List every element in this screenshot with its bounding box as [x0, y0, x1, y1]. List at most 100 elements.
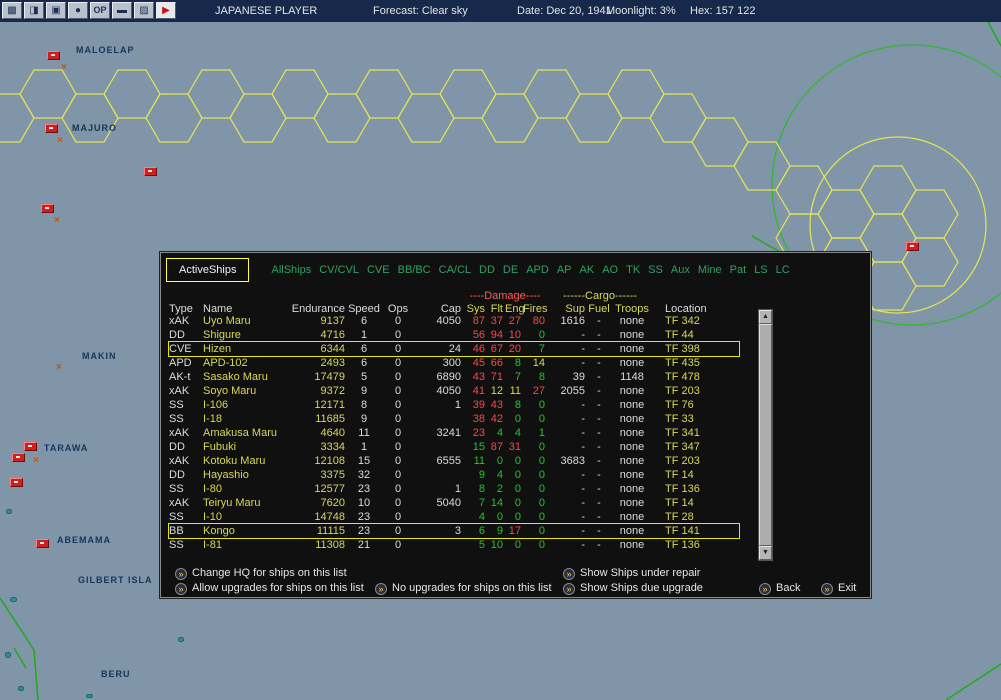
cell-endurance: 9372: [320, 385, 345, 397]
tab-bb-bc[interactable]: BB/BC: [398, 264, 431, 276]
map-label-beru: BERU: [101, 669, 131, 679]
units-icon[interactable]: ▩: [2, 2, 22, 19]
back-button[interactable]: » Back: [759, 582, 800, 595]
exit-button[interactable]: » Exit: [821, 582, 856, 595]
tab-mine[interactable]: Mine: [698, 264, 722, 276]
cell-troops: none: [619, 413, 645, 425]
tab-cv-cvl[interactable]: CV/CVL: [319, 264, 359, 276]
cell-fires: 0: [538, 413, 545, 425]
ship-row-kotoku-maru[interactable]: xAK Kotoku Maru 12108 15 0 6555 11 0 0 0 3683- none…: [169, 454, 739, 468]
ship-row-soyo-maru[interactable]: xAK Soyo Maru 9372 9 0 4050 41 12 11 27 2055- none T…: [169, 384, 739, 398]
tab-ap[interactable]: AP: [557, 264, 572, 276]
scrollbar[interactable]: ▲ ▼: [758, 309, 773, 561]
cell-flt: 87: [490, 441, 503, 453]
allow-upgrades-button[interactable]: » Allow upgrades for ships on this list: [175, 582, 364, 595]
cell-type: SS: [169, 511, 184, 523]
scroll-up-button[interactable]: ▲: [759, 310, 772, 324]
tab-de[interactable]: DE: [503, 264, 518, 276]
cargo-group-header: ------Cargo------: [563, 290, 637, 302]
no-upgrades-button[interactable]: » No upgrades for ships on this list: [375, 582, 552, 595]
ship-row-amakusa-maru[interactable]: xAK Amakusa Maru 4640 11 0 3241 23 4 4 1 - - none TF …: [169, 426, 739, 440]
intel-icon[interactable]: ▨: [134, 2, 154, 19]
cell-troops: none: [619, 483, 645, 495]
island: [5, 652, 11, 658]
ship-row-i-80[interactable]: SS I-80 12577 23 0 1 8 2 0 0- - none TF 136: [169, 482, 739, 496]
unit-counter[interactable]: [24, 442, 37, 451]
cell-troops: none: [619, 511, 645, 523]
show-due-upgrade-button[interactable]: » Show Ships due upgrade: [563, 582, 703, 595]
cell-flt: 37: [490, 315, 503, 327]
cell-speed: 9: [360, 413, 368, 425]
cell-flt: 2: [496, 483, 503, 495]
tab-apd[interactable]: APD: [526, 264, 549, 276]
tab-dd[interactable]: DD: [479, 264, 495, 276]
map-icon[interactable]: ▬: [112, 2, 132, 19]
date-label: Date: Dec 20, 1941: [517, 5, 612, 17]
ship-row-hayashio[interactable]: DD Hayashio 3375 32 0 9 4 0 0- - none TF 14: [169, 468, 739, 482]
cell-sys: 38: [472, 413, 485, 425]
ship-row-i-106[interactable]: SS I-106 12171 8 0 1 39 43 8 0 - - none TF 76: [169, 398, 739, 412]
change-hq-button[interactable]: » Change HQ for ships on this list: [175, 567, 347, 580]
globe-icon[interactable]: ●: [68, 2, 88, 19]
scroll-thumb[interactable]: [759, 324, 772, 546]
cell-speed: 5: [360, 371, 368, 383]
unit-counter[interactable]: [906, 242, 919, 251]
cell-location: TF 44: [665, 329, 694, 341]
show-under-repair-button[interactable]: » Show Ships under repair: [563, 567, 700, 580]
cell-fires: 0: [538, 483, 545, 495]
tab-ca-cl[interactable]: CA/CL: [439, 264, 471, 276]
unit-counter[interactable]: [47, 51, 60, 60]
tab-pat[interactable]: Pat: [730, 264, 747, 276]
cell-sup: -: [581, 441, 585, 453]
tab-ak[interactable]: AK: [580, 264, 595, 276]
tab-tk[interactable]: TK: [626, 264, 640, 276]
tab-ls[interactable]: LS: [754, 264, 767, 276]
cell-ops: 0: [394, 329, 402, 341]
cell-location: TF 478: [665, 371, 700, 383]
cell-location: TF 141: [665, 525, 700, 537]
operations-icon[interactable]: OP: [90, 2, 110, 19]
change-hq-label: Change HQ for ships on this list: [192, 567, 347, 579]
cell-sys: 87: [472, 315, 485, 327]
ship-row-i-10[interactable]: SS I-10 14748 23 0 4 0 0 0- - none TF 28: [169, 510, 739, 524]
cell-sup: -: [581, 329, 585, 341]
cell-speed: 23: [357, 483, 371, 495]
unit-counter[interactable]: [144, 167, 157, 176]
ship-row-kongo[interactable]: BB Kongo 11115 23 0 3 6 9 17 0 - - none TF 141: [168, 523, 740, 539]
cell-name: I-10: [203, 511, 222, 523]
tab-ss[interactable]: SS: [648, 264, 663, 276]
unit-counter[interactable]: [36, 539, 49, 548]
cell-type: xAK: [169, 315, 190, 327]
tab-ao[interactable]: AO: [602, 264, 618, 276]
tab-allships[interactable]: AllShips: [271, 264, 311, 276]
play-icon[interactable]: ▶: [156, 2, 176, 19]
tab-lc[interactable]: LC: [776, 264, 790, 276]
tab-active-ships[interactable]: ActiveShips: [166, 258, 250, 282]
cell-fires: 0: [538, 539, 545, 551]
ship-row-teiryu-maru[interactable]: xAK Teiryu Maru 7620 10 0 5040 7 14 0 0 - - none TF 1…: [169, 496, 739, 510]
ship-row-uyo-maru[interactable]: xAK Uyo Maru 9137 6 0 4050 87 37 27 80 1616- none TF…: [169, 314, 739, 328]
tab-aux[interactable]: Aux: [671, 264, 690, 276]
cell-troops: none: [619, 441, 645, 453]
cell-flt: 4: [496, 427, 503, 439]
unit-counter[interactable]: [10, 478, 23, 487]
ship-row-hizen[interactable]: CVE Hizen 6344 6 0 24 46 67 20 7 - - none TF 398: [168, 341, 740, 357]
scroll-down-button[interactable]: ▼: [759, 546, 772, 560]
ship-row-sasako-maru[interactable]: AK-t Sasako Maru 17479 5 0 6890 43 71 7 8 39- 1148 T…: [169, 370, 739, 384]
ship-row-i-81[interactable]: SS I-81 11308 21 0 5 10 0 0 - - none TF 136: [169, 538, 739, 552]
cell-ops: 0: [394, 525, 402, 537]
cell-fires: 1: [538, 427, 545, 439]
ship-row-shigure[interactable]: DD Shigure 4716 1 0 56 94 10 0- - none TF 44: [169, 328, 739, 342]
ship-row-i-18[interactable]: SS I-18 11685 9 0 38 42 0 0 - - none TF 33: [169, 412, 739, 426]
reports-icon[interactable]: ▣: [46, 2, 66, 19]
cell-speed: 9: [360, 385, 368, 397]
unit-counter[interactable]: [45, 124, 58, 133]
tab-cve[interactable]: CVE: [367, 264, 390, 276]
unit-counter[interactable]: [41, 204, 54, 213]
ship-row-fubuki[interactable]: DD Fubuki 3334 1 0 15 87 31 0 - - none TF 347: [169, 440, 739, 454]
save-icon[interactable]: ◨: [24, 2, 44, 19]
cell-name: Soyo Maru: [203, 385, 257, 397]
cell-name: Hizen: [203, 343, 232, 355]
unit-counter[interactable]: [12, 453, 25, 462]
ship-row-apd-102[interactable]: APD APD-102 2493 6 0 300 45 66 8 14 - - none TF 435: [169, 356, 739, 370]
